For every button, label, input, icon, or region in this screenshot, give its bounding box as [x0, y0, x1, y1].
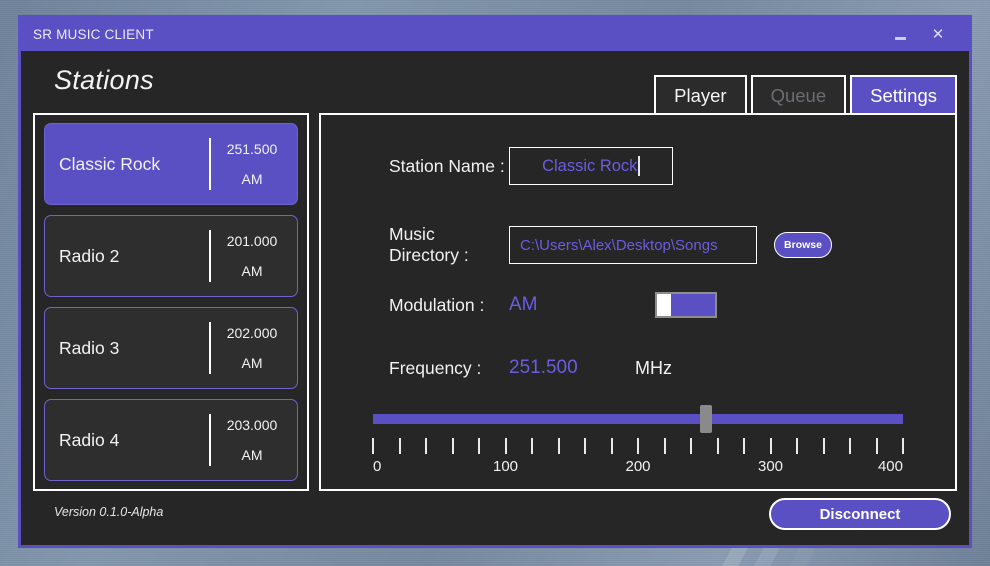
- slider-tick-label: 0: [373, 458, 382, 475]
- slider-track[interactable]: [373, 414, 903, 424]
- slider-tick: [902, 438, 904, 454]
- frequency-value: 251.500: [509, 357, 578, 378]
- slider-tick: [769, 438, 772, 454]
- modulation-row: Modulation : AM: [321, 292, 955, 318]
- version-label: Version 0.1.0-Alpha: [54, 505, 164, 519]
- station-modulation: AM: [241, 355, 263, 371]
- slider-thumb[interactable]: [700, 405, 713, 433]
- tab-player[interactable]: Player: [654, 75, 747, 115]
- modulation-toggle[interactable]: [655, 292, 717, 318]
- frequency-field-label: Frequency :: [389, 357, 482, 378]
- station-frequency: 203.000: [226, 417, 278, 433]
- tab-settings[interactable]: Settings: [850, 75, 957, 115]
- slider-tick: [637, 438, 639, 454]
- header-bar: Stations Player Queue Settings: [21, 51, 969, 115]
- station-list-item[interactable]: Radio 4 203.000 AM: [44, 399, 298, 481]
- station-name-field-label: Station Name :: [389, 155, 505, 176]
- frequency-row: Frequency : 251.500 MHz: [321, 357, 955, 379]
- station-modulation: AM: [241, 263, 263, 279]
- app-title: SR MUSIC CLIENT: [33, 27, 154, 42]
- window-body: Classic Rock 251.500 AM Radio 2 201.000 …: [21, 113, 969, 491]
- slider-ticks: [372, 438, 904, 454]
- slider-tick: [451, 438, 454, 454]
- settings-panel: Station Name : Classic Rock Music Direct…: [319, 113, 957, 491]
- slider-tick: [822, 438, 825, 454]
- slider-tick: [796, 438, 798, 454]
- music-directory-field-label: Music Directory :: [389, 224, 469, 265]
- frequency-slider[interactable]: 0 100 200 300 400: [372, 402, 904, 492]
- slider-tick: [875, 438, 878, 454]
- modulation-value: AM: [509, 294, 538, 315]
- footer-bar: Version 0.1.0-Alpha Disconnect: [21, 491, 969, 545]
- title-bar[interactable]: SR MUSIC CLIENT ✕: [21, 18, 969, 51]
- station-meta: 251.500 AM: [211, 141, 293, 187]
- slider-tick-label: 400: [877, 458, 903, 475]
- slider-tick: [557, 438, 560, 454]
- slider-tick-label: 200: [625, 458, 651, 475]
- station-meta: 202.000 AM: [211, 325, 293, 371]
- music-directory-input[interactable]: C:\Users\Alex\Desktop\Songs: [509, 226, 757, 264]
- station-modulation: AM: [241, 171, 263, 187]
- disconnect-button[interactable]: Disconnect: [769, 498, 951, 530]
- modulation-field-label: Modulation :: [389, 294, 485, 315]
- station-name-label: Radio 2: [59, 245, 120, 266]
- application-window: SR MUSIC CLIENT ✕ Stations Player Queue …: [18, 15, 972, 548]
- minimize-icon: [894, 37, 906, 40]
- page-title: Stations: [54, 65, 154, 95]
- slider-tick: [690, 438, 692, 454]
- tab-bar: Player Queue Settings: [654, 75, 957, 115]
- station-meta: 201.000 AM: [211, 233, 293, 279]
- station-name-label: Radio 3: [59, 337, 120, 358]
- tab-queue[interactable]: Queue: [750, 75, 847, 115]
- slider-tick-label: 300: [757, 458, 784, 475]
- slider-tick: [743, 438, 745, 454]
- toggle-knob: [657, 294, 671, 316]
- station-name-row: Station Name : Classic Rock: [321, 147, 955, 185]
- station-frequency: 201.000: [226, 233, 278, 249]
- slider-tick-labels: 0 100 200 300 400: [373, 458, 903, 478]
- text-caret: [638, 156, 640, 176]
- stations-panel: Classic Rock 251.500 AM Radio 2 201.000 …: [33, 113, 309, 491]
- minimize-button[interactable]: [883, 18, 917, 51]
- station-name-label: Classic Rock: [59, 153, 161, 174]
- slider-tick: [663, 438, 666, 454]
- slider-tick: [398, 438, 401, 454]
- station-list-item[interactable]: Radio 3 202.000 AM: [44, 307, 298, 389]
- station-name-value: Classic Rock: [542, 156, 638, 175]
- slider-tick: [425, 438, 427, 454]
- slider-tick-label: 100: [492, 458, 519, 475]
- station-modulation: AM: [241, 447, 263, 463]
- station-list-item[interactable]: Radio 2 201.000 AM: [44, 215, 298, 297]
- browse-button[interactable]: Browse: [774, 232, 832, 258]
- frequency-unit: MHz: [635, 357, 672, 378]
- station-name-label: Radio 4: [59, 429, 120, 450]
- slider-tick: [849, 438, 851, 454]
- slider-tick: [478, 438, 480, 454]
- slider-tick: [531, 438, 533, 454]
- station-list-item[interactable]: Classic Rock 251.500 AM: [44, 123, 298, 205]
- slider-tick: [504, 438, 507, 454]
- slider-tick: [584, 438, 586, 454]
- slider-tick: [610, 438, 613, 454]
- station-meta: 203.000 AM: [211, 417, 293, 463]
- close-icon: ✕: [931, 26, 945, 43]
- music-directory-row: Music Directory : C:\Users\Alex\Desktop\…: [321, 224, 955, 266]
- slider-tick: [716, 438, 719, 454]
- close-button[interactable]: ✕: [921, 18, 955, 51]
- station-name-input[interactable]: Classic Rock: [509, 147, 673, 185]
- station-frequency: 251.500: [226, 141, 278, 157]
- station-frequency: 202.000: [226, 325, 278, 341]
- slider-tick: [372, 438, 374, 454]
